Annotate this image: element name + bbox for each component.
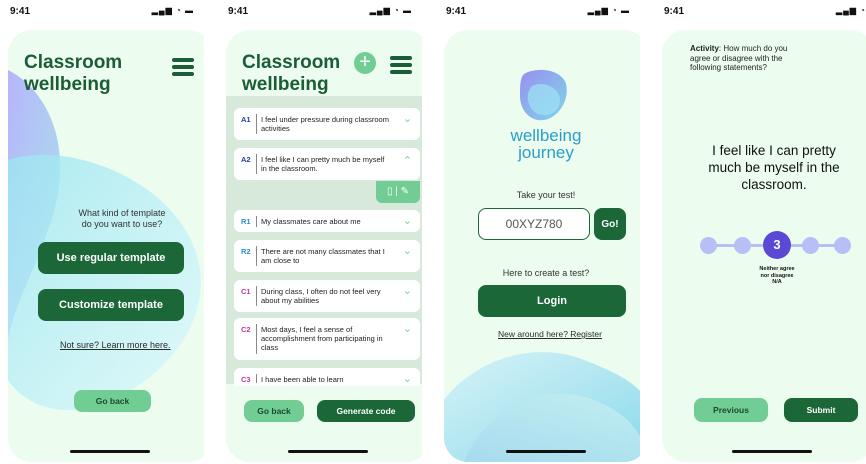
go-back-button[interactable]: Go back bbox=[74, 390, 151, 412]
status-bar: 9:41 ▂▄▆ ◔ ▬ bbox=[218, 0, 422, 24]
signal-wifi-battery-icon: ▂▄▆ ◔ ▬ bbox=[369, 6, 412, 15]
status-time: 9:41 bbox=[664, 6, 685, 17]
go-button[interactable]: Go! bbox=[594, 208, 626, 240]
list-item[interactable]: C3 I have been able to learn ⌄ bbox=[234, 368, 420, 386]
chevron-down-icon[interactable]: ⌄ bbox=[403, 112, 412, 125]
test-code-input[interactable] bbox=[478, 208, 590, 240]
edit-pencil-icon[interactable]: ✎ bbox=[401, 186, 409, 197]
chevron-up-icon[interactable]: ⌃ bbox=[403, 154, 412, 167]
screen-question-list: 9:41 ▂▄▆ ◔ ▬ Classroom wellbeing + A1 I … bbox=[218, 0, 422, 464]
status-bar: 9:41 ▂▄▆ ◔ ▬ bbox=[436, 0, 640, 24]
signal-wifi-battery-icon: ▂▄▆ ◔ ▬ bbox=[151, 6, 194, 15]
likert-step-3-selected[interactable]: 3 bbox=[763, 231, 791, 259]
list-item-expanded[interactable]: A2 I feel like I can pretty much be myse… bbox=[234, 148, 420, 180]
page-title: Classroom wellbeing bbox=[242, 52, 341, 95]
list-item[interactable]: A1 I feel under pressure during classroo… bbox=[234, 108, 420, 140]
item-actions: ▯ | ✎ bbox=[376, 181, 420, 203]
learn-more-link[interactable]: Not sure? Learn more here. bbox=[60, 340, 171, 350]
wellbeing-journey-logo-icon bbox=[520, 69, 567, 121]
likert-step-5[interactable] bbox=[834, 237, 851, 254]
add-plus-icon[interactable]: + bbox=[354, 52, 376, 74]
trash-icon[interactable]: ▯ bbox=[387, 186, 393, 197]
status-bar: 9:41 ▂▄▆ ◔ bbox=[654, 0, 866, 24]
activity-instructions: Activity: How much do you agree or disag… bbox=[690, 44, 788, 72]
signal-wifi-battery-icon: ▂▄▆ ◔ ▬ bbox=[587, 6, 630, 15]
statement-text: I feel like I can pretty much be myself … bbox=[708, 143, 840, 192]
signal-wifi-battery-icon: ▂▄▆ ◔ bbox=[835, 6, 866, 15]
customize-template-button[interactable]: Customize template bbox=[38, 289, 184, 321]
register-link[interactable]: New around here? Register bbox=[498, 329, 602, 339]
screen-card: Classroom wellbeing What kind of templat… bbox=[8, 30, 204, 462]
screen-activity: 9:41 ▂▄▆ ◔ Activity: How much do you agr… bbox=[654, 0, 866, 464]
hamburger-menu-icon[interactable] bbox=[172, 58, 194, 76]
screen-card: wellbeing journey Take your test! Go! He… bbox=[444, 30, 640, 462]
hamburger-menu-icon[interactable] bbox=[390, 56, 412, 74]
screen-login: 9:41 ▂▄▆ ◔ ▬ wellbeing journey Take your… bbox=[436, 0, 640, 464]
likert-step-label: Neither agree nor disagree N/A bbox=[759, 266, 795, 285]
screen-card: Activity: How much do you agree or disag… bbox=[662, 30, 866, 462]
screen-template-choice: 9:41 ▂▄▆ ◔ ▬ Classroom wellbeing What ki… bbox=[0, 0, 204, 464]
home-indicator bbox=[506, 450, 586, 453]
login-button[interactable]: Login bbox=[478, 285, 626, 317]
create-test-prompt: Here to create a test? bbox=[502, 268, 590, 278]
go-back-button[interactable]: Go back bbox=[244, 400, 304, 422]
app-logo-text: wellbeing journey bbox=[510, 126, 582, 162]
status-time: 9:41 bbox=[10, 6, 31, 17]
likert-step-4[interactable] bbox=[802, 237, 819, 254]
home-indicator bbox=[732, 450, 812, 453]
list-item[interactable]: R2 There are not many classmates that I … bbox=[234, 240, 420, 272]
submit-button[interactable]: Submit bbox=[784, 398, 858, 422]
chevron-down-icon[interactable]: ⌄ bbox=[403, 244, 412, 257]
use-regular-template-button[interactable]: Use regular template bbox=[38, 242, 184, 274]
status-bar: 9:41 ▂▄▆ ◔ ▬ bbox=[0, 0, 204, 24]
likert-step-1[interactable] bbox=[700, 237, 717, 254]
page-title: Classroom wellbeing bbox=[24, 52, 123, 95]
likert-step-2[interactable] bbox=[734, 237, 751, 254]
chevron-down-icon[interactable]: ⌄ bbox=[403, 214, 412, 227]
list-item[interactable]: C1 During class, I often do not feel ver… bbox=[234, 280, 420, 312]
screen-card: Classroom wellbeing + A1 I feel under pr… bbox=[226, 30, 422, 462]
chevron-down-icon[interactable]: ⌄ bbox=[403, 372, 412, 385]
status-time: 9:41 bbox=[228, 6, 249, 17]
home-indicator bbox=[70, 450, 150, 453]
list-item[interactable]: C2 Most days, I feel a sense of accompli… bbox=[234, 318, 420, 360]
template-question: What kind of template do you want to use… bbox=[78, 208, 166, 229]
generate-code-button[interactable]: Generate code bbox=[317, 400, 415, 422]
status-time: 9:41 bbox=[446, 6, 467, 17]
previous-button[interactable]: Previous bbox=[694, 398, 768, 422]
home-indicator bbox=[288, 450, 368, 453]
chevron-down-icon[interactable]: ⌄ bbox=[403, 284, 412, 297]
take-test-label: Take your test! bbox=[516, 190, 576, 200]
list-item[interactable]: R1 My classmates care about me ⌄ bbox=[234, 210, 420, 232]
chevron-down-icon[interactable]: ⌄ bbox=[403, 322, 412, 335]
